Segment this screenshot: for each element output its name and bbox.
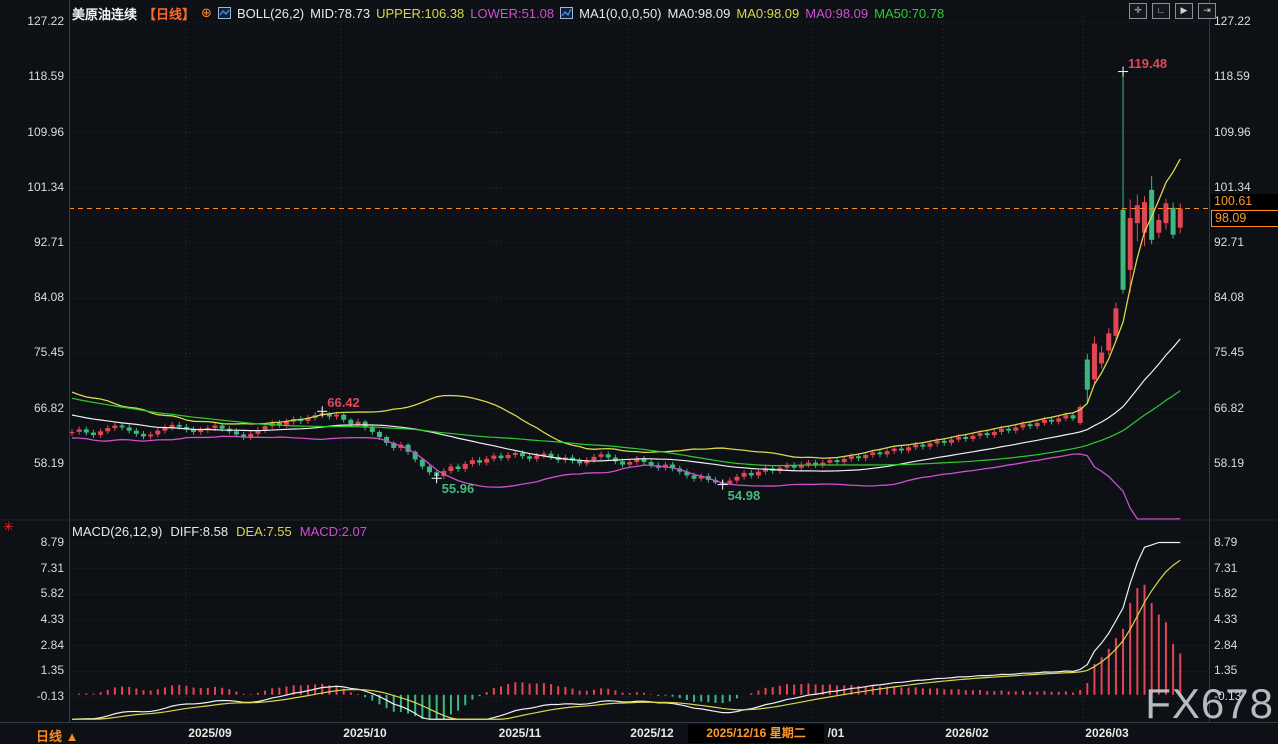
boll-upper-value: UPPER:106.38: [376, 6, 464, 21]
time-axis-bar: 日线 ▲ 2025/09 2025/10 2025/11 2025/12/01 2026…: [0, 722, 1278, 744]
ma-indicator-icon[interactable]: [560, 7, 573, 19]
macd-header: MACD(26,12,9) DIFF:8.58 DEA:7.55 MACD:2.…: [72, 524, 367, 539]
x-axis-month-label: 2025/11: [499, 726, 542, 740]
boll-indicator-icon[interactable]: [218, 7, 231, 19]
x-axis-month-label: /01: [828, 726, 845, 740]
indicator-header: 美原油连续 【日线】 ⊕ BOLL(26,2) MID:78.73 UPPER:…: [72, 4, 944, 22]
x-axis-month-label: 2026/02: [945, 726, 988, 740]
x-axis-month-label: 2025/12: [630, 726, 673, 740]
ma50-value: MA50:70.78: [874, 6, 944, 21]
collapse-right-icon[interactable]: ⇥: [1198, 3, 1216, 19]
ma0-magenta-value: MA0:98.09: [805, 6, 868, 21]
price-annotation: 54.98: [728, 488, 761, 503]
ma0-yellow-value: MA0:98.09: [736, 6, 799, 21]
red-asterisk-icon[interactable]: ✳: [3, 519, 14, 535]
boll-label: BOLL(26,2): [237, 6, 304, 21]
upper-price-label: 100.61: [1211, 194, 1278, 209]
boll-lower-value: LOWER:51.08: [470, 6, 554, 21]
left-axis-border: [69, 0, 70, 722]
chart-window: 美原油连续 【日线】 ⊕ BOLL(26,2) MID:78.73 UPPER:…: [0, 0, 1278, 744]
price-annotation: 55.96: [442, 481, 475, 496]
right-axis-border: [1209, 0, 1210, 722]
last-price-label: 98.09: [1211, 210, 1278, 227]
fx678-watermark: FX678: [1145, 680, 1274, 728]
x-axis-month-label: 2025/09: [188, 726, 231, 740]
chart-toolbar: ✛ ∟ ▶ ⇥: [1129, 3, 1216, 19]
price-annotation: 119.48: [1128, 56, 1167, 71]
chart-area[interactable]: [0, 0, 1278, 744]
period-selector[interactable]: 日线 ▲: [36, 726, 79, 744]
axis-scale-icon[interactable]: ∟: [1152, 3, 1170, 19]
symbol-title: 美原油连续: [72, 4, 137, 23]
macd-dea-value: DEA:7.55: [236, 524, 292, 539]
crosshair-date-label: 2025/12/16 星期二: [688, 724, 824, 743]
x-axis-month-label: 2025/10: [343, 726, 386, 740]
ma-label: MA1(0,0,0,50): [579, 6, 661, 21]
chevron-up-icon: ▲: [66, 729, 79, 744]
macd-macd-value: MACD:2.07: [300, 524, 367, 539]
boll-mid-value: MID:78.73: [310, 6, 370, 21]
ma0-white-value: MA0:98.09: [668, 6, 731, 21]
x-axis-month-label: 2026/03: [1085, 726, 1128, 740]
macd-label: MACD(26,12,9): [72, 524, 162, 539]
period-tag[interactable]: 【日线】: [143, 4, 195, 23]
add-indicator-icon[interactable]: ⊕: [201, 5, 212, 21]
pan-icon[interactable]: ✛: [1129, 3, 1147, 19]
axis-play-icon[interactable]: ▶: [1175, 3, 1193, 19]
price-annotation: 66.42: [327, 395, 360, 410]
macd-diff-value: DIFF:8.58: [170, 524, 228, 539]
